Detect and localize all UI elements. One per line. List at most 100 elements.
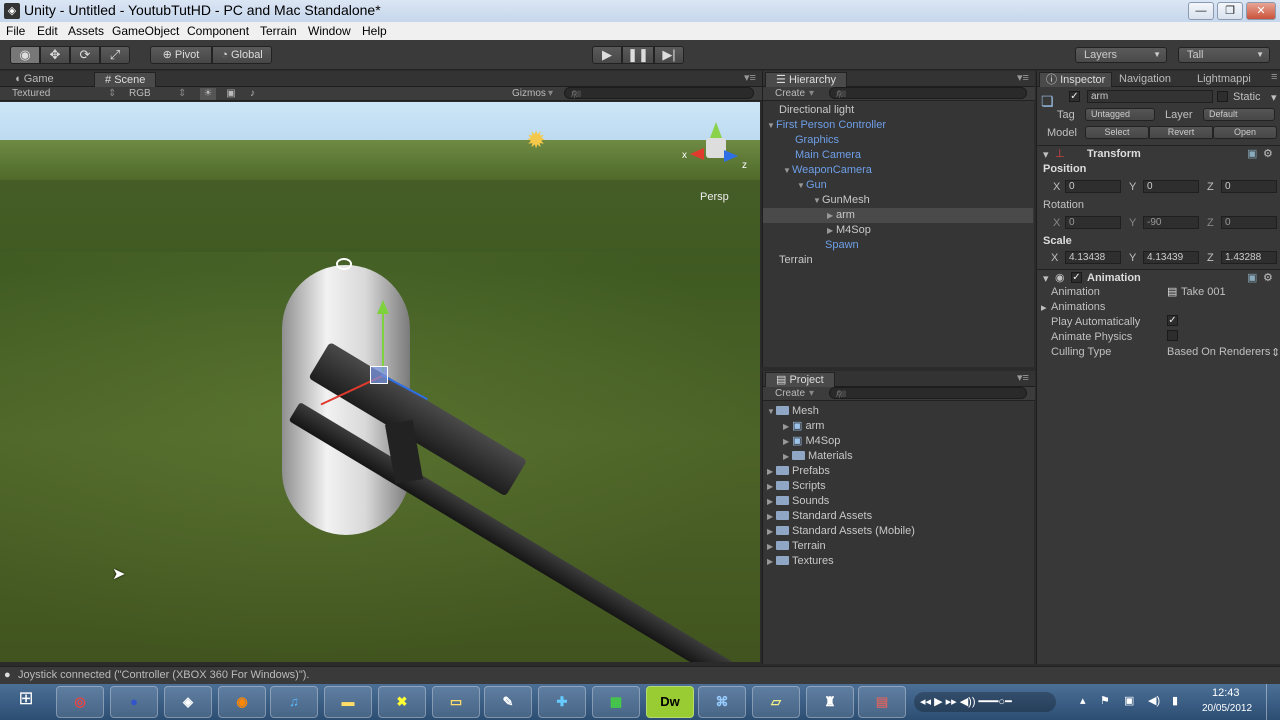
axis-x-cone[interactable] [690, 148, 704, 160]
gear-icon[interactable]: ⚙ [1263, 271, 1273, 284]
pause-button[interactable]: ❚❚ [622, 46, 654, 64]
hierarchy-item-weapon-camera[interactable]: ▼WeaponCamera [783, 163, 872, 178]
puzzle-icon[interactable]: ✚ [538, 686, 586, 718]
hierarchy-item-terrain[interactable]: Terrain [779, 253, 813, 268]
explorer-icon[interactable]: ▭ [432, 686, 480, 718]
play-button[interactable]: ▶ [592, 46, 622, 64]
paint-icon[interactable]: ✎ [484, 686, 532, 718]
expand-arrow-icon[interactable]: ▶ [783, 434, 792, 449]
tag-dropdown[interactable]: Untagged [1085, 108, 1155, 121]
model-open-button[interactable]: Open [1213, 126, 1277, 139]
project-create-button[interactable]: Create [775, 388, 805, 399]
culling-type-dropdown[interactable]: Based On Renderers [1167, 346, 1271, 358]
project-folder-prefabs[interactable]: ▶ Prefabs [767, 464, 830, 479]
object-name-field[interactable]: arm [1087, 90, 1213, 103]
move-tool-icon[interactable]: ✥ [40, 46, 70, 64]
scale-tool-icon[interactable]: ⤢ [100, 46, 130, 64]
expand-arrow-icon[interactable]: ▾ [1043, 272, 1049, 285]
gizmo-center-cube[interactable] [706, 138, 726, 158]
axis-y-cone[interactable] [710, 122, 722, 138]
xbox-icon[interactable]: ✖ [378, 686, 426, 718]
expand-arrow-icon[interactable]: ▾ [1043, 148, 1049, 161]
camera-gizmo-icon[interactable] [336, 258, 352, 270]
animate-physics-checkbox[interactable] [1167, 330, 1178, 341]
project-folder-scripts[interactable]: ▶ Scripts [767, 479, 826, 494]
move-handle-center[interactable] [370, 366, 388, 384]
chrome-icon[interactable]: ◎ [56, 686, 104, 718]
hierarchy-item-gunmesh[interactable]: ▼GunMesh [813, 193, 870, 208]
maximize-button[interactable]: ❐ [1217, 2, 1243, 20]
firefox-icon[interactable]: ◉ [218, 686, 266, 718]
network-icon[interactable]: ⌘ [698, 686, 746, 718]
static-checkbox[interactable] [1217, 91, 1228, 102]
hierarchy-item-first-person-controller[interactable]: ▼First Person Controller [767, 118, 886, 133]
folder-icon[interactable]: ▬ [324, 686, 372, 718]
hierarchy-create-button[interactable]: Create [775, 88, 805, 99]
expand-arrow-icon[interactable]: ▶ [767, 524, 776, 539]
expand-arrow-icon[interactable]: ▼ [783, 163, 792, 178]
expand-arrow-icon[interactable]: ▶ [767, 539, 776, 554]
model-revert-button[interactable]: Revert [1149, 126, 1213, 139]
scene-orientation-gizmo[interactable]: x z [682, 122, 748, 182]
rotation-y-field[interactable]: -90 [1143, 216, 1199, 229]
lighting-toggle-icon[interactable]: ☀ [200, 88, 216, 100]
expand-arrow-icon[interactable]: ▼ [813, 193, 822, 208]
hierarchy-item-graphics[interactable]: Graphics [795, 133, 839, 148]
animation-clip-value[interactable]: Take 001 [1181, 286, 1226, 298]
project-folder-sounds[interactable]: ▶ Sounds [767, 494, 829, 509]
project-folder-textures[interactable]: ▶ Textures [767, 554, 834, 569]
rotate-tool-icon[interactable]: ⟳ [70, 46, 100, 64]
panel-menu-icon[interactable]: ≡ [1271, 71, 1277, 83]
tray-volume-icon[interactable]: ◀) [1148, 694, 1160, 707]
image-toggle-icon[interactable]: ▣ [224, 88, 238, 99]
hierarchy-item-spawn[interactable]: Spawn [825, 238, 859, 253]
expand-arrow-icon[interactable]: ▶ [767, 509, 776, 524]
layer-dropdown[interactable]: Default [1203, 108, 1275, 121]
scale-z-field[interactable]: 1.43288 [1221, 251, 1277, 264]
menu-window[interactable]: Window [308, 24, 351, 38]
expand-arrow-icon[interactable]: ▶ [783, 419, 792, 434]
gizmos-dropdown[interactable]: Gizmos [512, 88, 546, 99]
position-y-field[interactable]: 0 [1143, 180, 1199, 193]
project-folder-standard-assets[interactable]: ▶ Standard Assets [767, 509, 872, 524]
start-button-windows-icon[interactable]: ⊞ [8, 688, 44, 716]
scene-viewport[interactable]: ✹ x z Persp ➤ [0, 102, 760, 662]
animation-enabled-checkbox[interactable]: ✓ [1071, 272, 1082, 283]
dreamweaver-icon[interactable]: Dw [646, 686, 694, 718]
tab-game[interactable]: ◖ Game [4, 72, 64, 87]
hierarchy-item-gun[interactable]: ▼Gun [797, 178, 827, 193]
close-button[interactable]: ✕ [1246, 2, 1276, 20]
hierarchy-item-main-camera[interactable]: Main Camera [795, 148, 861, 163]
expand-arrow-icon[interactable]: ▶ [827, 208, 836, 223]
project-folder-materials[interactable]: ▶ Materials [783, 449, 853, 464]
excel-icon[interactable]: ▦ [592, 686, 640, 718]
rotation-x-field[interactable]: 0 [1065, 216, 1121, 229]
position-x-field[interactable]: 0 [1065, 180, 1121, 193]
view-tool-eye-icon[interactable]: ◉ [10, 46, 40, 64]
steam-icon[interactable]: ♜ [806, 686, 854, 718]
project-folder-standard-assets-mobile[interactable]: ▶ Standard Assets (Mobile) [767, 524, 915, 539]
expand-arrow-icon[interactable]: ▸ [1041, 301, 1047, 314]
project-folder-mesh[interactable]: ▼ Mesh [767, 404, 819, 419]
winrar-icon[interactable]: ▤ [858, 686, 906, 718]
move-handle-y-arrow[interactable] [377, 300, 389, 314]
minimize-button[interactable]: — [1188, 2, 1214, 20]
menu-file[interactable]: File [6, 24, 25, 38]
project-asset-arm[interactable]: ▶ ▣ arm [783, 419, 824, 434]
expand-arrow-icon[interactable]: ▶ [827, 223, 836, 238]
tab-lightmapping[interactable]: Lightmappi [1191, 72, 1257, 87]
expand-arrow-icon[interactable]: ▶ [783, 449, 792, 464]
menu-edit[interactable]: Edit [37, 24, 58, 38]
panel-menu-icon[interactable]: ▾≡ [1017, 71, 1029, 84]
hierarchy-item-arm-selected[interactable]: ▶ arm [763, 208, 1033, 223]
move-handle-y[interactable] [382, 312, 384, 372]
animations-list-label[interactable]: Animations [1051, 301, 1105, 313]
render-mode-dropdown[interactable]: Textured [12, 88, 50, 99]
hierarchy-item-directional-light[interactable]: Directional light [779, 103, 854, 118]
global-toggle[interactable]: ◔ Global [212, 46, 272, 64]
help-book-icon[interactable]: ▣ [1247, 271, 1257, 284]
expand-arrow-icon[interactable]: ▶ [767, 464, 776, 479]
expand-arrow-icon[interactable]: ▼ [767, 404, 776, 419]
hierarchy-search-input[interactable]: ⚲ All [829, 87, 1027, 99]
model-select-button[interactable]: Select [1085, 126, 1149, 139]
